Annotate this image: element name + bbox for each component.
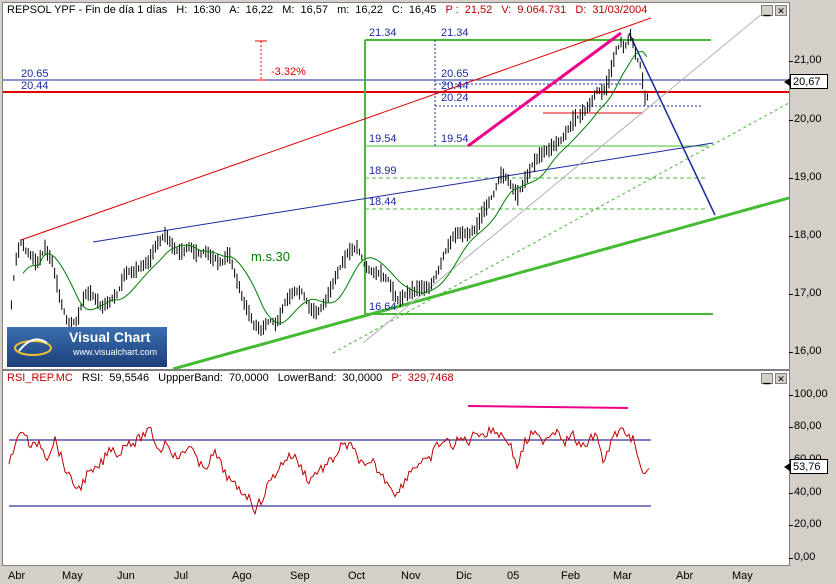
price-tick-2000: 20,00: [789, 113, 822, 125]
price-current-badge: 20,67: [784, 74, 828, 89]
rsi-divergence-line: [467, 405, 629, 409]
rsi-tick-80: 80,00: [789, 420, 822, 432]
pct-label: -3.32%: [271, 66, 306, 78]
magenta-line: [467, 31, 622, 148]
x-label-abr: Abr: [8, 570, 26, 582]
x-label-05: 05: [507, 570, 520, 582]
logo-title: Visual Chart: [69, 329, 151, 345]
rsi-tick-20: 20,00: [789, 518, 822, 530]
logo-url: www.visualchart.com: [73, 347, 158, 357]
x-label-feb: Feb: [561, 570, 580, 582]
label-1844: 18.44: [369, 196, 397, 208]
blue-projection-line: [628, 32, 716, 216]
x-label-ago: Ago: [232, 570, 252, 582]
logo-swirl-icon: [14, 338, 52, 356]
price-tick-1800: 18,00: [789, 229, 822, 241]
x-label-mar: Mar: [613, 570, 632, 582]
rsi-chart-svg: [8, 405, 651, 516]
rsi-tick-0: 0,00: [788, 551, 816, 563]
label-1954-right: 19.54: [441, 133, 469, 145]
price-tick-1600: 16,00: [789, 345, 822, 357]
label-2065-left: 20.65: [21, 68, 49, 80]
red-channel-line: [20, 17, 652, 241]
label-1954-left: 19.54: [369, 133, 397, 145]
rsi-tick-40: 40,00: [789, 486, 822, 498]
price-tick-2100: 21,00: [789, 54, 822, 66]
rsi-panel[interactable]: RSI_REP.MC RSI: 59,5546 UppperBand: 70,000…: [2, 370, 790, 566]
rsi-tick-100: 100,00: [789, 388, 828, 400]
time-axis: Abr May Jun Jul Ago Sep Oct Nov Dic 05 F…: [0, 566, 790, 584]
price-tick-1700: 17,00: [789, 287, 822, 299]
rsi-current-badge: 53,76: [784, 459, 828, 474]
price-axis: 21,00 20,00 19,00 18,00 17,00 16,00: [789, 2, 836, 368]
x-label-jul: Jul: [174, 570, 189, 582]
label-2065-right: 20.65: [441, 68, 469, 80]
x-label-dic: Dic: [456, 570, 472, 582]
label-2134-right: 21.34: [441, 27, 469, 39]
x-label-nov: Nov: [401, 570, 421, 582]
label-2044-right: 20.44: [441, 80, 469, 92]
label-1899: 18.99: [369, 165, 397, 177]
label-1664: 16.64: [369, 301, 397, 313]
price-chart-panel[interactable]: REPSOL YPF - Fin de día 1 días H: 16:30 A…: [2, 2, 790, 370]
ma-label: m.s.30: [251, 249, 290, 264]
x-label-abr-2: Abr: [676, 570, 694, 582]
visual-chart-logo: Visual Chart www.visualchart.com: [7, 327, 167, 367]
x-label-oct: Oct: [348, 570, 366, 582]
label-2044-left: 20.44: [21, 80, 49, 92]
label-2134-left: 21.34: [369, 27, 397, 39]
price-bars: [8, 28, 648, 338]
price-tick-1900: 19,00: [789, 171, 822, 183]
price-chart-svg: -3.32% m.s.30 21.34 21.34 20.65 20.44 20…: [3, 12, 789, 369]
x-label-jun: Jun: [117, 570, 135, 582]
green-support-line: [172, 196, 789, 369]
label-2024: 20.24: [441, 92, 469, 104]
x-label-may-2: May: [732, 570, 753, 582]
x-label-may: May: [62, 570, 83, 582]
blue-trendline: [92, 142, 714, 243]
x-label-sep: Sep: [290, 570, 310, 582]
